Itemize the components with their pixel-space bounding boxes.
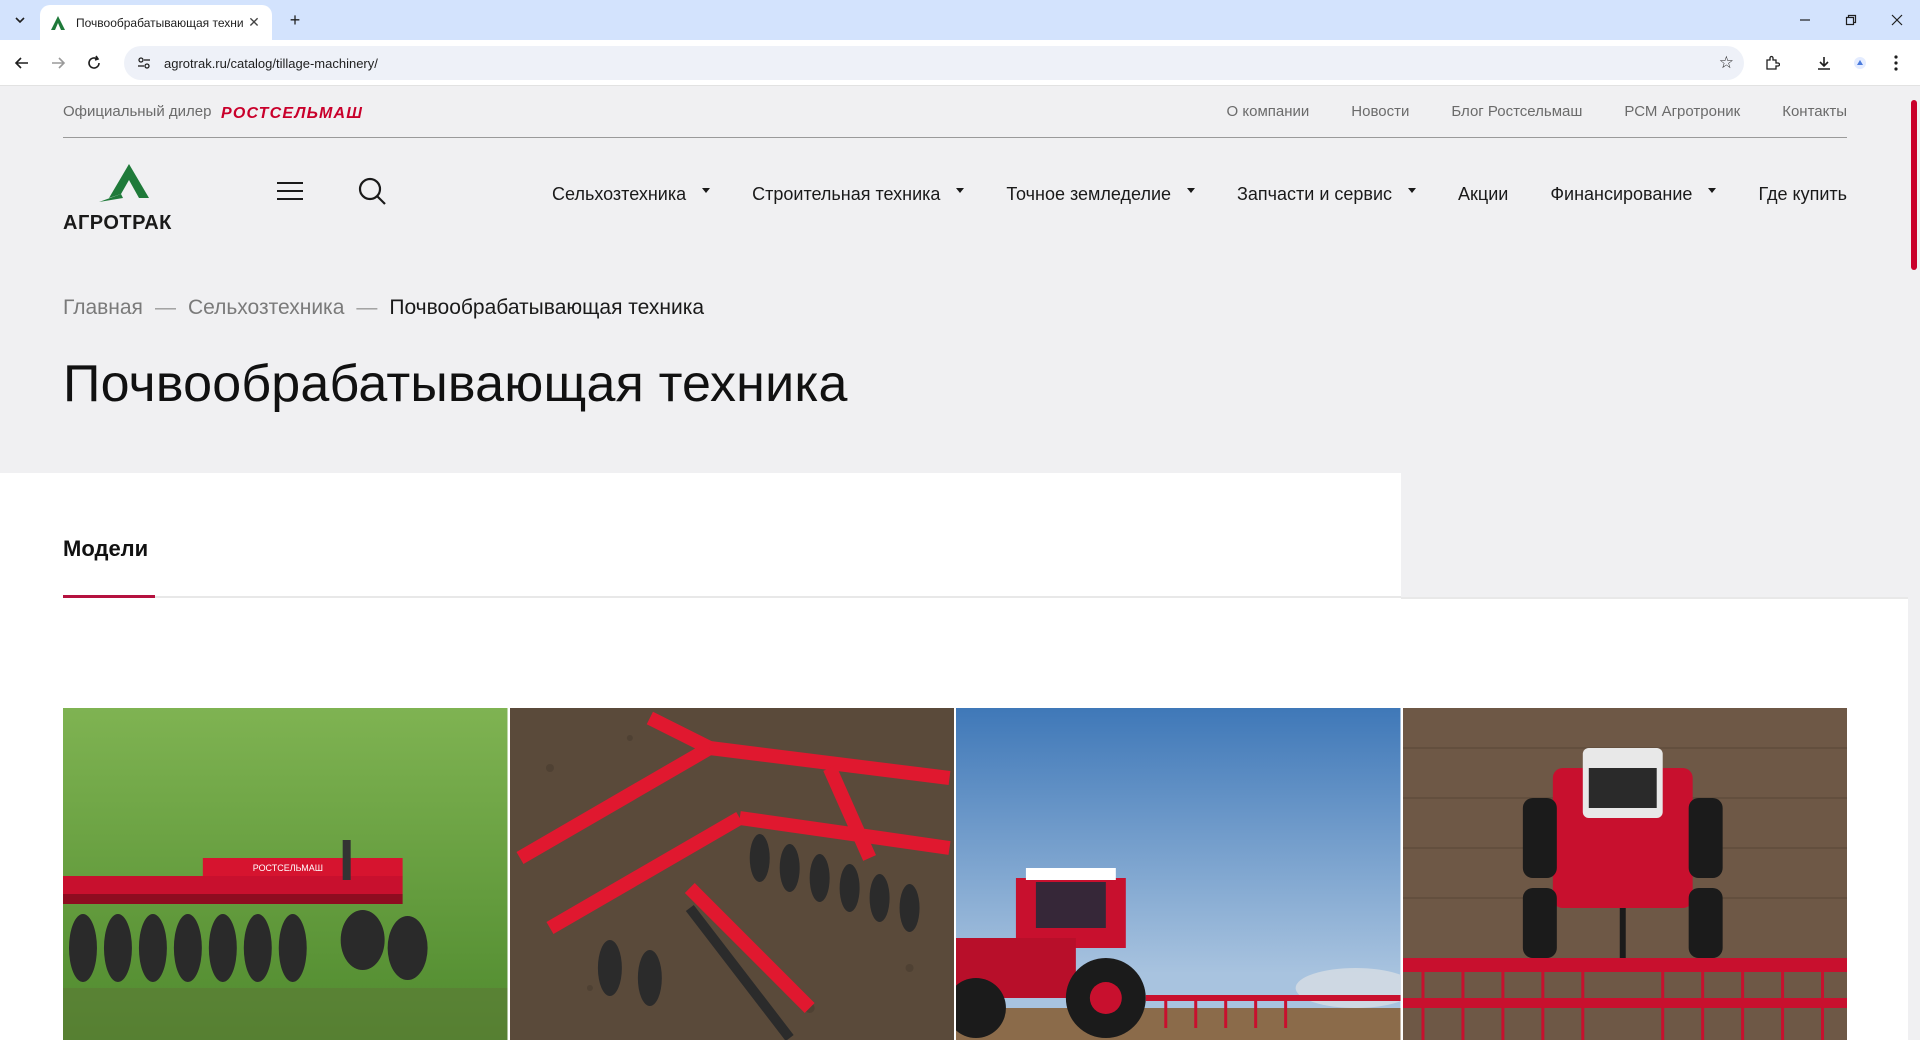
chevron-down-icon — [1408, 187, 1417, 193]
product-card[interactable] — [956, 708, 1401, 1040]
agrotrak-logo-icon — [99, 164, 149, 202]
burger-menu-icon[interactable] — [277, 182, 303, 202]
close-window-icon[interactable] — [1874, 0, 1920, 40]
browser-tab-active[interactable]: Почвообрабатывающая техника ✕ — [40, 5, 272, 40]
nav-financing[interactable]: Финансирование — [1550, 184, 1717, 205]
product-image-disc-harrow-grass: РОСТСЕЛЬМАШ — [63, 708, 508, 1040]
nav-parts-service[interactable]: Запчасти и сервис — [1237, 184, 1417, 205]
restore-window-icon[interactable] — [1828, 0, 1874, 40]
nav-where-to-buy[interactable]: Где купить — [1758, 184, 1847, 205]
browser-toolbar: agrotrak.ru/catalog/tillage-machinery/ ☆ — [0, 40, 1920, 86]
breadcrumb-separator: — — [154, 296, 176, 319]
page-viewport: Официальный дилер РОСТСЕЛЬМАШ О компании… — [0, 86, 1908, 1040]
breadcrumb: Главная — Сельхозтехника — Почвообрабаты… — [63, 296, 704, 320]
tab-search-menu-icon[interactable] — [8, 9, 32, 31]
product-card[interactable] — [1402, 708, 1847, 1040]
minimize-window-icon[interactable] — [1782, 0, 1828, 40]
page-title: Почвообрабатывающая техника — [63, 355, 848, 413]
top-links: О компании Новости Блог Ростсельмаш РСМ … — [1227, 103, 1847, 120]
tab-models[interactable]: Модели — [63, 536, 148, 562]
breadcrumb-separator: — — [356, 296, 378, 319]
reload-icon[interactable] — [80, 49, 108, 77]
forward-icon[interactable] — [44, 49, 72, 77]
svg-text:РОСТСЕЛЬМАШ: РОСТСЕЛЬМАШ — [253, 863, 323, 873]
svg-text:РОСТСЕЛЬМАШ: РОСТСЕЛЬМАШ — [221, 105, 363, 120]
top-link-contacts[interactable]: Контакты — [1782, 103, 1847, 120]
nav-precision-farming[interactable]: Точное земледелие — [1006, 184, 1196, 205]
page-scrollbar[interactable] — [1908, 86, 1920, 1040]
tab-active-indicator — [63, 595, 155, 598]
breadcrumb-home[interactable]: Главная — [63, 296, 143, 320]
top-link-about[interactable]: О компании — [1227, 103, 1310, 120]
chevron-down-icon — [1708, 187, 1717, 193]
extensions-icon[interactable] — [1758, 49, 1786, 77]
breadcrumb-agri[interactable]: Сельхозтехника — [188, 296, 344, 320]
agrotrak-logo[interactable]: АГРОТРАК — [63, 154, 183, 234]
search-icon[interactable] — [357, 176, 387, 206]
nav-promotions[interactable]: Акции — [1458, 184, 1508, 205]
product-image-disc-harrow-closeup — [509, 708, 954, 1040]
nav-agri-machinery[interactable]: Сельхозтехника — [552, 184, 711, 205]
product-image-tractor-sky — [956, 708, 1401, 1040]
top-link-news[interactable]: Новости — [1351, 103, 1409, 120]
browser-tabstrip: Почвообрабатывающая техника ✕ + — [0, 0, 1920, 40]
top-info-bar: Официальный дилер РОСТСЕЛЬМАШ О компании… — [63, 86, 1847, 138]
logo-text: АГРОТРАК — [63, 212, 172, 234]
agrotrak-favicon-icon — [51, 15, 65, 30]
dealer-label: Официальный дилер — [63, 103, 212, 120]
product-cards: РОСТСЕЛЬМАШ — [63, 708, 1847, 1040]
back-icon[interactable] — [8, 49, 36, 77]
nav-construction-machinery[interactable]: Строительная техника — [752, 184, 965, 205]
downloads-icon[interactable] — [1810, 49, 1838, 77]
chevron-down-icon — [1187, 187, 1196, 193]
address-bar[interactable]: agrotrak.ru/catalog/tillage-machinery/ ☆ — [124, 46, 1744, 80]
url-text: agrotrak.ru/catalog/tillage-machinery/ — [164, 55, 378, 71]
scrollbar-thumb[interactable] — [1911, 100, 1917, 270]
tabs-divider — [63, 596, 1401, 598]
product-card[interactable] — [509, 708, 954, 1040]
product-card[interactable]: РОСТСЕЛЬМАШ — [63, 708, 508, 1040]
breadcrumb-current: Почвообрабатывающая техника — [389, 296, 705, 319]
bookmark-star-icon[interactable]: ☆ — [1719, 53, 1734, 73]
top-link-blog[interactable]: Блог Ростсельмаш — [1451, 103, 1582, 120]
profile-icon[interactable] — [1846, 49, 1874, 77]
close-tab-icon[interactable]: ✕ — [246, 14, 262, 31]
chevron-down-icon — [956, 187, 965, 193]
top-link-agrotronic[interactable]: РСМ Агротроник — [1624, 103, 1740, 120]
section-tabs: Модели — [0, 473, 1401, 599]
browser-tab-title: Почвообрабатывающая техника — [76, 15, 244, 30]
new-tab-icon[interactable]: + — [283, 8, 307, 32]
rostselmash-logo[interactable]: РОСТСЕЛЬМАШ — [221, 104, 397, 120]
tabs-side-area — [1401, 473, 1908, 599]
chevron-down-icon — [702, 187, 711, 193]
main-nav: Сельхозтехника Строительная техника Точн… — [510, 138, 1847, 250]
browser-menu-icon[interactable] — [1882, 49, 1910, 77]
product-image-tractor-aerial — [1402, 708, 1847, 1040]
main-header: АГРОТРАК Сельхозтехника Строительная тех… — [63, 138, 1847, 250]
site-info-icon[interactable] — [134, 53, 154, 73]
